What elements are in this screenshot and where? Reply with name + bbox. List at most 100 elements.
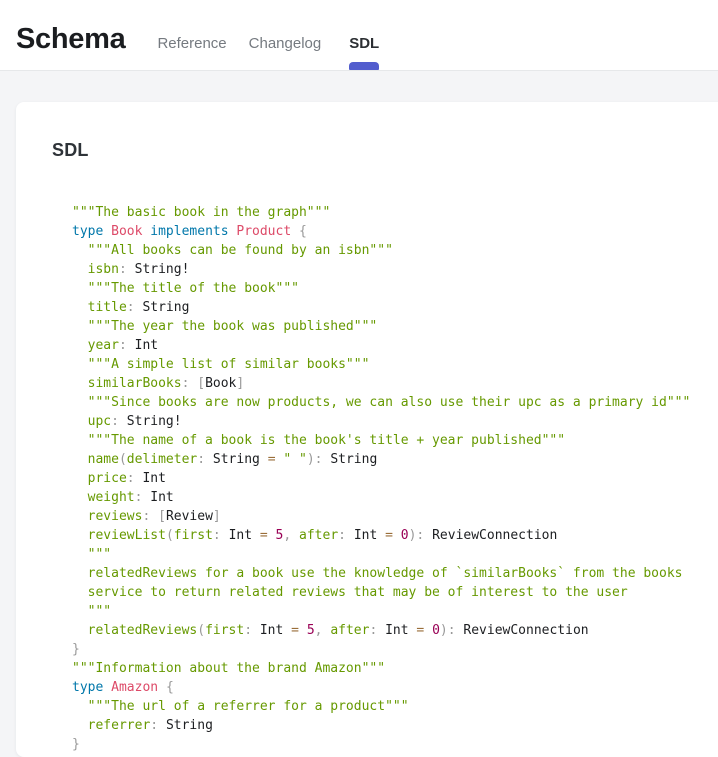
code-line: relatedReviews(first: Int = 5, after: In…	[72, 621, 718, 640]
code-line: """	[72, 545, 718, 564]
code-line: price: Int	[72, 469, 718, 488]
token-punc: :	[111, 414, 127, 429]
token-punc: : [	[142, 509, 165, 524]
token-punc: :	[197, 452, 213, 467]
token-attr: isbn	[88, 262, 119, 277]
token-plain: String	[330, 452, 377, 467]
token-attr: name	[88, 452, 119, 467]
token-plain: String	[213, 452, 268, 467]
token-plain: Int	[142, 471, 165, 486]
token-plain: String	[142, 300, 189, 315]
token-str: """Since books are now products, we can …	[88, 395, 691, 410]
token-plain: String!	[127, 414, 182, 429]
sdl-code: """The basic book in the graph""" type Bo…	[72, 203, 718, 754]
token-punc: }	[72, 642, 80, 657]
token-plain: Int	[260, 623, 291, 638]
token-kw: type	[72, 680, 111, 695]
token-punc: :	[150, 718, 166, 733]
token-punc: :	[119, 262, 135, 277]
token-str: """The url of a referrer for a product""…	[88, 699, 409, 714]
token-punc: :	[244, 623, 260, 638]
token-plain: ReviewConnection	[432, 528, 557, 543]
code-line: """The title of the book"""	[72, 279, 718, 298]
token-attr: relatedReviews	[88, 623, 198, 638]
tab-changelog[interactable]: Changelog	[249, 35, 322, 53]
token-plain: Int	[150, 490, 173, 505]
token-kw: implements	[150, 224, 236, 239]
token-attr: first	[205, 623, 244, 638]
token-attr: year	[88, 338, 119, 353]
token-str: """The basic book in the graph"""	[72, 205, 330, 220]
token-plain: String!	[135, 262, 190, 277]
token-num: 0	[401, 528, 409, 543]
token-plain: String	[166, 718, 213, 733]
token-punc: ]	[236, 376, 244, 391]
code-line: """The url of a referrer for a product""…	[72, 697, 718, 716]
token-attr: first	[174, 528, 213, 543]
token-plain: Book	[205, 376, 236, 391]
token-attr: title	[88, 300, 127, 315]
token-cls: Amazon	[111, 680, 166, 695]
token-punc: :	[338, 528, 354, 543]
sdl-heading: SDL	[52, 140, 718, 161]
token-punc: ,	[315, 623, 331, 638]
token-attr: after	[299, 528, 338, 543]
page-header: Schema Reference Changelog SDL	[0, 0, 718, 71]
token-op: =	[385, 528, 401, 543]
token-str: """All books can be found by an isbn"""	[88, 243, 393, 258]
token-punc: ]	[213, 509, 221, 524]
token-op: =	[268, 452, 284, 467]
token-str: """	[88, 547, 111, 562]
token-cls: Product	[236, 224, 299, 239]
code-line: relatedReviews for a book use the knowle…	[72, 564, 718, 583]
code-line: upc: String!	[72, 412, 718, 431]
token-plain: Int	[385, 623, 416, 638]
token-str: """Information about the brand Amazon"""	[72, 661, 385, 676]
code-line: reviews: [Review]	[72, 507, 718, 526]
token-attr: after	[330, 623, 369, 638]
code-line: """All books can be found by an isbn"""	[72, 241, 718, 260]
token-punc: :	[213, 528, 229, 543]
code-line: referrer: String	[72, 716, 718, 735]
token-op: =	[416, 623, 432, 638]
code-line: type Amazon {	[72, 678, 718, 697]
token-punc: {	[166, 680, 174, 695]
code-line: type Book implements Product {	[72, 222, 718, 241]
token-op: =	[260, 528, 276, 543]
page-title: Schema	[16, 24, 125, 56]
token-plain: Int	[229, 528, 260, 543]
token-attr: price	[88, 471, 127, 486]
token-attr: weight	[88, 490, 135, 505]
tab-reference[interactable]: Reference	[157, 35, 226, 53]
token-punc: ):	[409, 528, 432, 543]
code-line: reviewList(first: Int = 5, after: Int = …	[72, 526, 718, 545]
code-line: """Since books are now products, we can …	[72, 393, 718, 412]
code-line: title: String	[72, 298, 718, 317]
token-op: =	[291, 623, 307, 638]
tab-sdl[interactable]: SDL	[349, 35, 379, 53]
sdl-card: SDL """The basic book in the graph""" typ…	[16, 102, 718, 757]
active-tab-indicator	[349, 62, 379, 70]
tab-bar: Reference Changelog SDL	[157, 35, 379, 53]
token-plain: Int	[354, 528, 385, 543]
token-kw: type	[72, 224, 111, 239]
code-line: service to return related reviews that m…	[72, 583, 718, 602]
token-punc: :	[127, 300, 143, 315]
code-line: year: Int	[72, 336, 718, 355]
token-num: 0	[432, 623, 440, 638]
token-attr: reviewList	[88, 528, 166, 543]
token-punc: :	[127, 471, 143, 486]
token-plain: ReviewConnection	[463, 623, 588, 638]
token-cls: Book	[111, 224, 150, 239]
code-line: """	[72, 602, 718, 621]
token-num: 5	[307, 623, 315, 638]
token-attr: delimeter	[127, 452, 197, 467]
token-punc: ,	[283, 528, 299, 543]
code-line: """Information about the brand Amazon"""	[72, 659, 718, 678]
token-punc: : [	[182, 376, 205, 391]
token-punc: :	[135, 490, 151, 505]
token-punc: ):	[307, 452, 330, 467]
token-attr: similarBooks	[88, 376, 182, 391]
token-punc: :	[369, 623, 385, 638]
token-str: """The year the book was published"""	[88, 319, 378, 334]
